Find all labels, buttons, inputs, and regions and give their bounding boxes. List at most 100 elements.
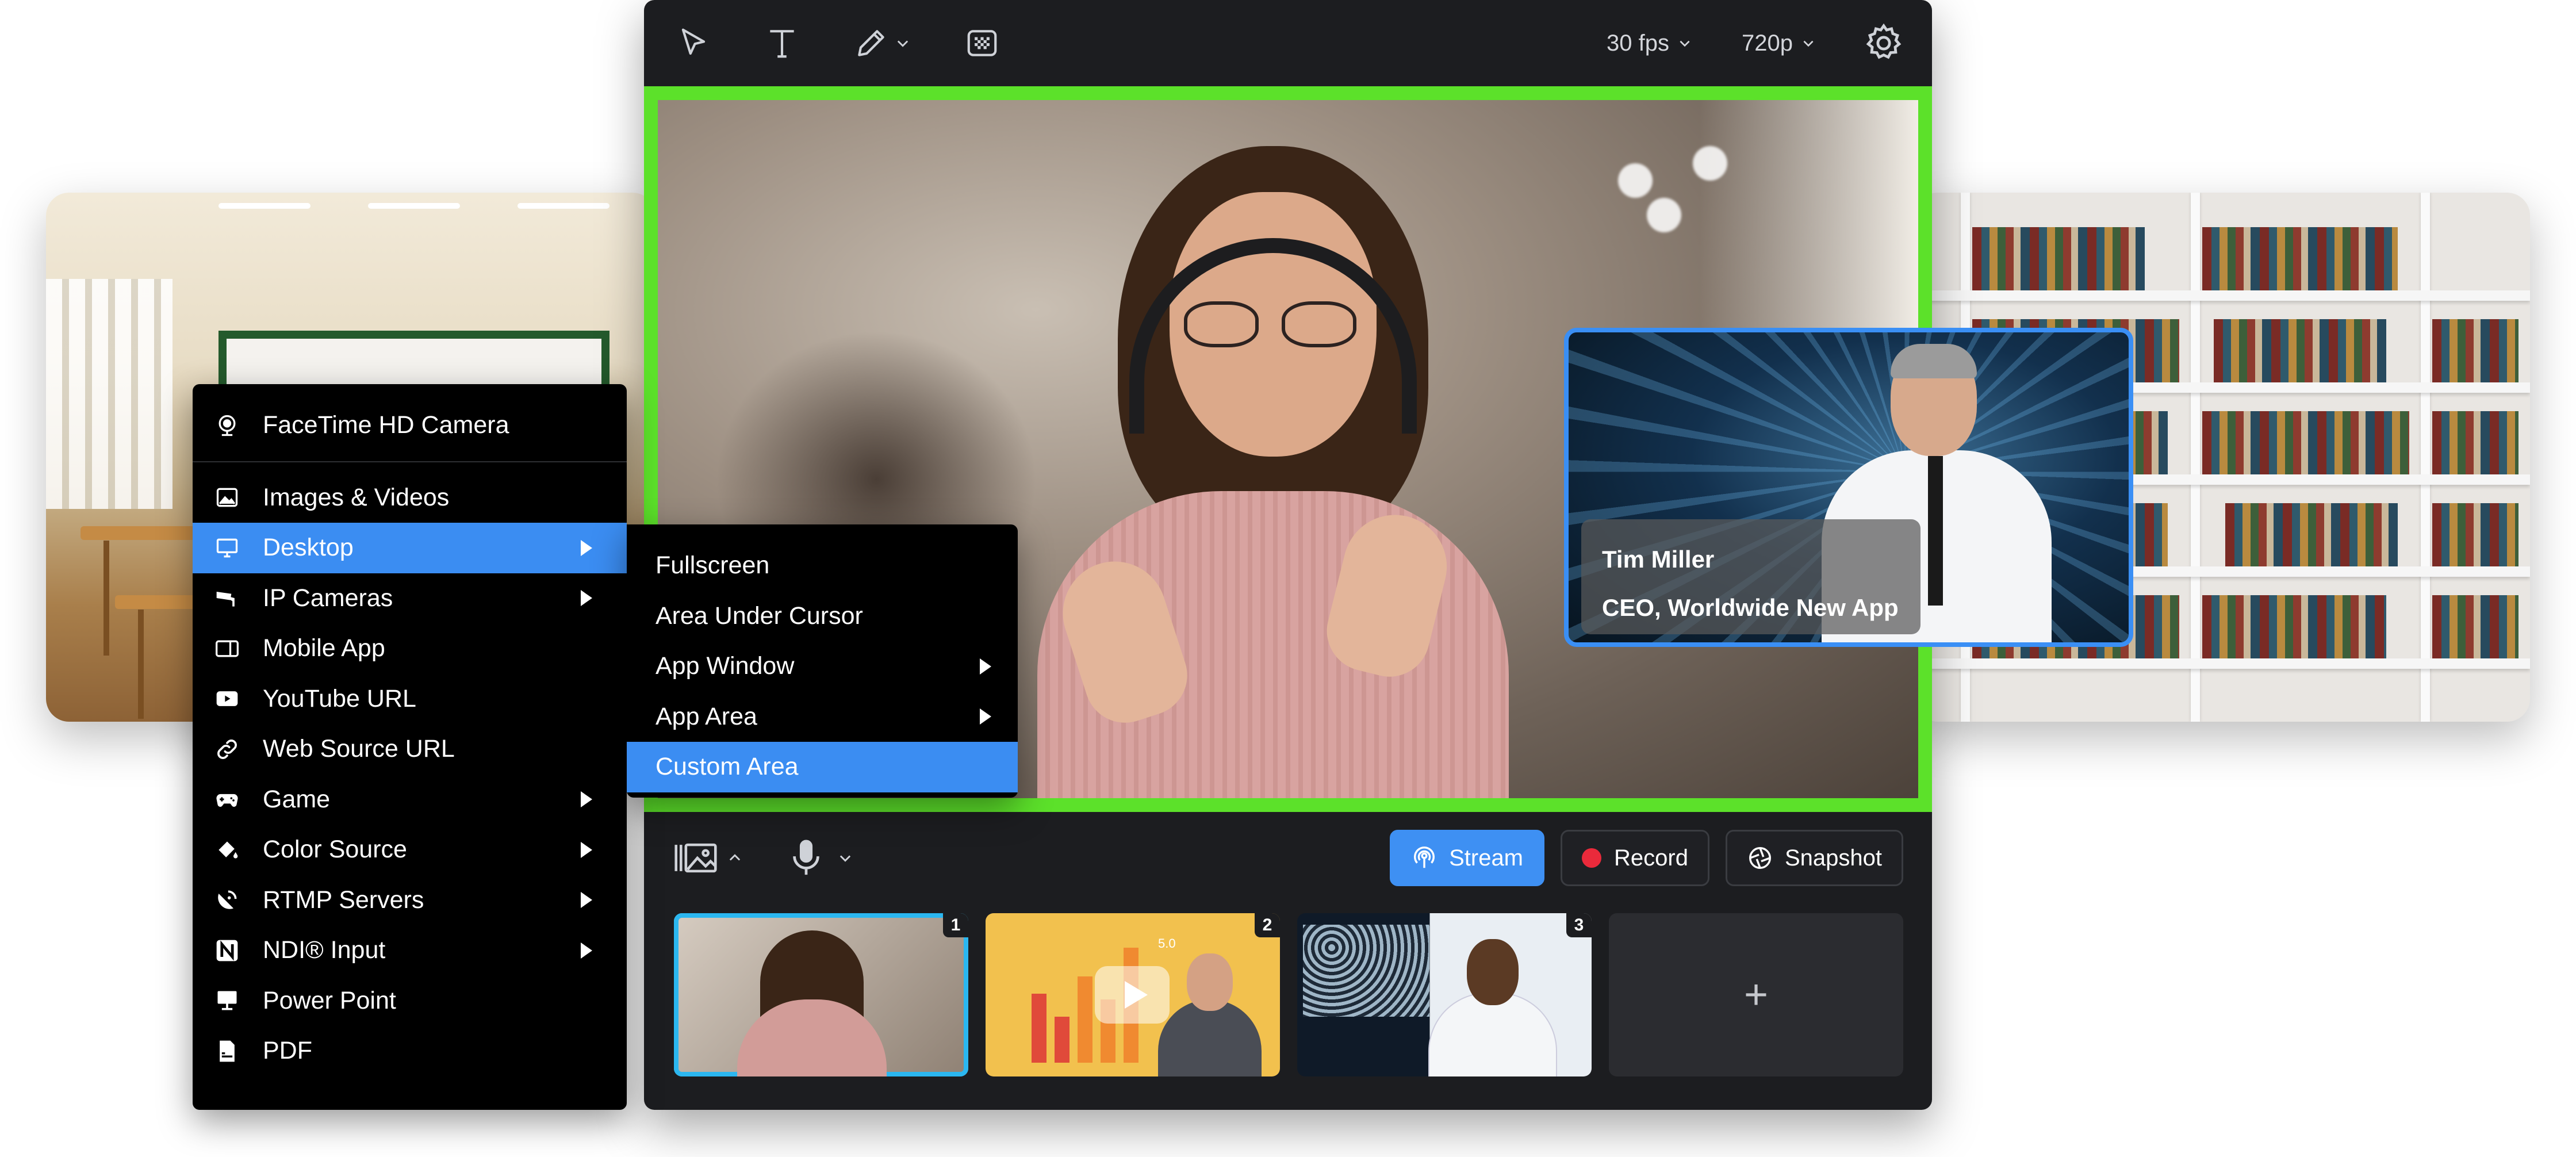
menu-item-label: Game [263,785,331,813]
speaker-name: Tim Miller [1602,546,1715,573]
source-menu: FaceTime HD Camera Images & Videos Deskt… [193,384,627,1110]
bokeh-light [1693,146,1727,181]
thumb-mri-scans [1303,925,1429,1017]
thumb-doctor-face [1467,939,1519,1005]
books [2432,595,2518,658]
menu-divider [193,461,627,462]
link-icon [213,735,241,763]
play-icon [1095,966,1170,1024]
books [2202,411,2409,474]
menu-item-label: Power Point [263,986,396,1014]
aperture-icon [1749,847,1771,869]
menu-item-label: YouTube URL [263,684,416,712]
youtube-icon [213,685,241,712]
image-icon [213,484,241,511]
thumb-presenter-body [737,999,887,1076]
ceiling-light [518,203,610,209]
bokeh-light [1647,198,1681,232]
thumb-chart-bar [1078,976,1092,1063]
broadcast-icon [1414,846,1435,868]
record-dot-icon [1582,848,1602,868]
menu-item-pdf[interactable]: PDF [193,1026,627,1076]
media-library-button[interactable] [673,838,743,878]
bokeh-light [1618,163,1653,198]
submenu-item-label: Area Under Cursor [656,602,863,630]
microphone-button[interactable] [783,838,853,878]
menu-item-facetime-camera[interactable]: FaceTime HD Camera [193,400,627,451]
scene-thumbnail-2[interactable]: 5.0 2 [986,913,1280,1076]
text-tool-button[interactable] [759,20,805,66]
thumb-chart-label: 5.0 [1158,936,1176,951]
select-tool-button[interactable] [670,20,716,66]
menu-item-label: Images & Videos [263,483,450,511]
fps-dropdown[interactable]: 30 fps [1607,30,1692,56]
menu-item-images-videos[interactable]: Images & Videos [193,473,627,523]
menu-item-ip-cameras[interactable]: IP Cameras [193,573,627,624]
shelf-divider [2191,193,2200,722]
books [2225,503,2398,566]
submenu-arrow-icon [581,590,592,607]
menu-item-power-point[interactable]: Power Point [193,976,627,1026]
submenu-arrow-icon [581,841,592,858]
monitor-icon [213,534,241,562]
webcam-icon [213,412,241,439]
speaker-hair [1891,344,1977,378]
pen-tool-button[interactable] [848,20,917,66]
submenu-item-app-window[interactable]: App Window [627,641,1018,692]
checkerboard-icon [967,30,997,56]
record-label: Record [1614,845,1688,871]
fps-label: 30 fps [1607,30,1670,56]
submenu-arrow-icon [581,942,592,959]
menu-item-desktop[interactable]: Desktop [193,523,627,573]
resolution-dropdown[interactable]: 720p [1742,30,1816,56]
books [2432,503,2518,566]
thumb-chart-bar [1055,1017,1070,1063]
submenu-arrow-icon [980,658,991,675]
submenu-item-label: Custom Area [656,753,799,781]
gear-icon[interactable] [1862,21,1906,65]
ndi-icon [213,937,241,964]
bottom-controls: Stream Record Snapshot [644,812,1932,904]
chevron-down-icon [839,855,851,862]
menu-item-mobile-app[interactable]: Mobile App [193,623,627,674]
submenu-item-area-under-cursor[interactable]: Area Under Cursor [627,591,1018,642]
plus-icon: + [1743,972,1769,1018]
satellite-dish-icon [213,886,241,914]
menu-item-ndi-input[interactable]: NDI® Input [193,925,627,976]
menu-item-color-source[interactable]: Color Source [193,825,627,875]
menu-item-rtmp-servers[interactable]: RTMP Servers [193,875,627,926]
submenu-item-custom-area[interactable]: Custom Area [627,742,1018,792]
menu-item-label: RTMP Servers [263,886,424,914]
menu-item-web-source-url[interactable]: Web Source URL [193,724,627,775]
pdf-icon [213,1037,241,1065]
add-scene-button[interactable]: + [1609,913,1903,1076]
menu-item-youtube-url[interactable]: YouTube URL [193,674,627,725]
cctv-icon [213,584,241,612]
speaker-tie [1928,456,1943,606]
submenu-item-label: Fullscreen [656,551,770,580]
snapshot-button[interactable]: Snapshot [1725,830,1903,886]
scene-number: 3 [1566,913,1592,937]
stream-button[interactable]: Stream [1390,830,1545,886]
media-library-icon [674,843,717,873]
scene-thumbnails: 1 5.0 2 3 + [674,913,1920,1076]
books [2432,411,2518,474]
chroma-key-button[interactable] [959,20,1005,66]
scene-thumbnail-1[interactable]: 1 [674,913,968,1076]
shelf-divider [2421,193,2430,722]
submenu-arrow-icon [581,539,592,556]
books [2202,227,2398,290]
record-button[interactable]: Record [1561,830,1709,886]
snapshot-label: Snapshot [1784,845,1882,871]
books [2202,595,2386,658]
chevron-up-icon [729,854,741,861]
speaker-overlay[interactable]: Tim Miller CEO, Worldwide New App [1564,328,2133,647]
scene-number: 2 [1255,913,1280,937]
submenu-item-app-area[interactable]: App Area [627,692,1018,742]
menu-item-label: Color Source [263,836,407,864]
scene-thumbnail-3[interactable]: 3 [1297,913,1592,1076]
menu-item-game[interactable]: Game [193,775,627,825]
submenu-item-fullscreen[interactable]: Fullscreen [627,541,1018,591]
books [2432,319,2518,382]
submenu-arrow-icon [581,892,592,909]
